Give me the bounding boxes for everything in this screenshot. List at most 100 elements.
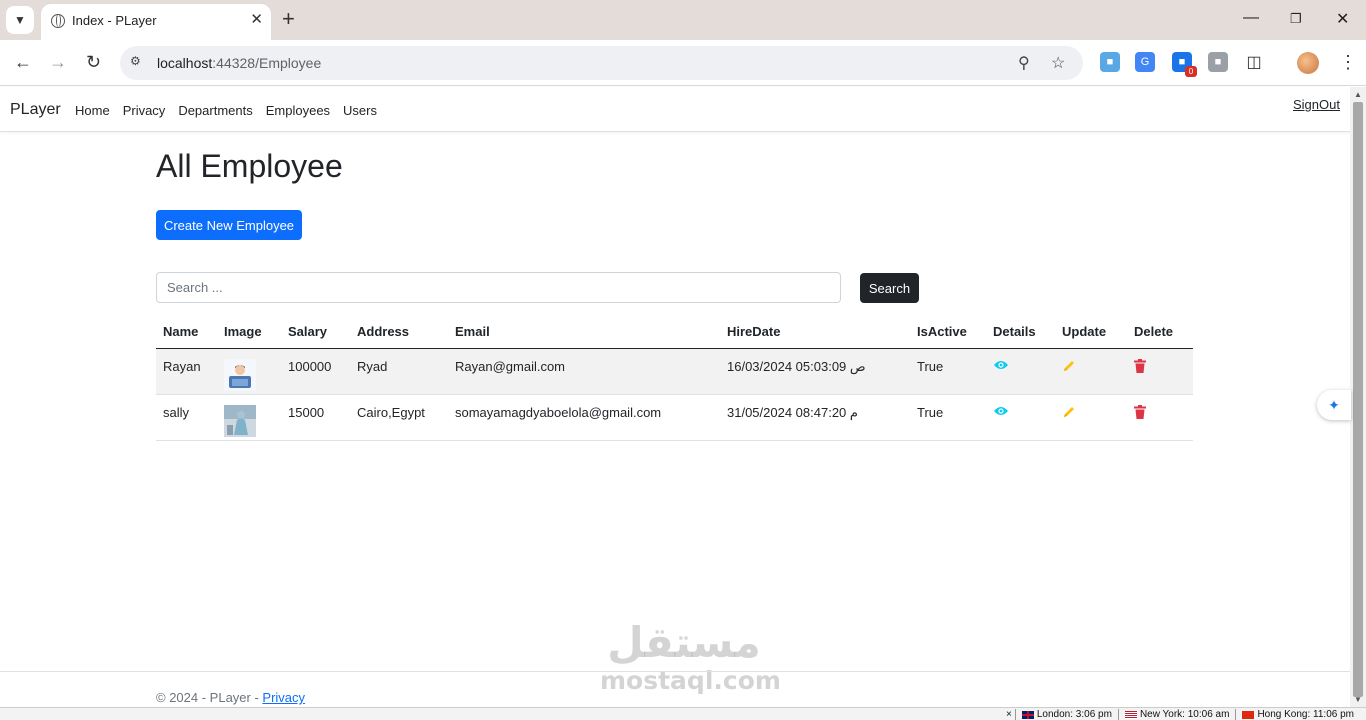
translate-icon[interactable]: G bbox=[1135, 52, 1155, 72]
us-flag-icon bbox=[1124, 710, 1137, 719]
create-employee-button[interactable]: Create New Employee bbox=[156, 210, 302, 240]
browser-tab-strip: ▼ Index - PLayer ✕ + — ❐ ✕ bbox=[0, 0, 1366, 40]
employee-email: somayamagdyaboelola@gmail.com bbox=[448, 394, 720, 441]
update-cell bbox=[1055, 348, 1127, 395]
clock-london: London: 3:06 pm bbox=[1014, 709, 1118, 720]
scroll-down-arrow-icon[interactable]: ▼ bbox=[1354, 695, 1362, 704]
url-text[interactable]: localhost:44328/Employee bbox=[157, 55, 321, 71]
column-header: Details bbox=[986, 316, 1055, 349]
page-footer: © 2024 - PLayer - Privacy bbox=[0, 671, 1350, 707]
extension-badge: 0 bbox=[1185, 66, 1197, 77]
footer-privacy-link[interactable]: Privacy bbox=[262, 690, 305, 705]
window-close-button[interactable]: ✕ bbox=[1336, 9, 1349, 29]
employee-photo bbox=[224, 358, 256, 391]
employee-image bbox=[217, 394, 281, 441]
column-header: Salary bbox=[281, 316, 350, 349]
signout-link[interactable]: SignOut bbox=[1293, 97, 1340, 112]
employee-salary: 100000 bbox=[281, 348, 350, 395]
page-title: All Employee bbox=[156, 148, 343, 184]
column-header: Email bbox=[448, 316, 720, 349]
page-scrollbar[interactable]: ▲ ▼ bbox=[1350, 87, 1366, 707]
employee-hire-date: 16/03/2024 05:03:09 ص bbox=[720, 348, 910, 395]
details-cell bbox=[986, 348, 1055, 395]
pencil-icon[interactable] bbox=[1062, 405, 1076, 419]
update-cell bbox=[1055, 394, 1127, 441]
column-header: Name bbox=[156, 316, 217, 349]
bookmark-star-icon[interactable]: ☆ bbox=[1051, 53, 1065, 73]
more-menu-icon[interactable]: ⋮ bbox=[1339, 52, 1357, 72]
extension-icon-1[interactable]: ■ bbox=[1100, 52, 1120, 72]
column-header: HireDate bbox=[720, 316, 910, 349]
eye-icon[interactable] bbox=[993, 359, 1009, 371]
site-info-icon[interactable]: ⚙ bbox=[130, 54, 148, 72]
nav-link-users[interactable]: Users bbox=[343, 103, 377, 118]
footer-text: © 2024 - PLayer - Privacy bbox=[156, 690, 306, 705]
employee-salary: 15000 bbox=[281, 394, 350, 441]
clock-new-york: New York: 10:06 am bbox=[1117, 709, 1236, 720]
table-header-row: Name Image Salary Address Email HireDate… bbox=[156, 316, 1193, 349]
employee-image bbox=[217, 348, 281, 395]
sparkle-icon: ✦ bbox=[1328, 396, 1340, 413]
employee-table: Name Image Salary Address Email HireDate… bbox=[156, 316, 1193, 441]
back-button[interactable]: ← bbox=[14, 52, 32, 72]
nav-link-employees[interactable]: Employees bbox=[266, 103, 330, 118]
tab-title: Index - PLayer bbox=[72, 13, 157, 28]
uk-flag-icon bbox=[1021, 710, 1034, 719]
clock-status-bar: × London: 3:06 pm New York: 10:06 am Hon… bbox=[0, 707, 1366, 720]
site-navbar: PLayer Home Privacy Departments Employee… bbox=[0, 87, 1350, 132]
nav-links: Home Privacy Departments Employees Users bbox=[75, 103, 377, 118]
employee-name: sally bbox=[156, 394, 217, 441]
minimize-button[interactable]: — bbox=[1243, 9, 1259, 27]
employee-is-active: True bbox=[910, 394, 986, 441]
restore-button[interactable]: ❐ bbox=[1290, 11, 1302, 27]
table-row: Rayan 100000 Ryad Rayan@gmail.com 16/03/… bbox=[156, 348, 1193, 395]
address-bar[interactable]: ⚙ localhost:44328/Employee ⚲ ☆ bbox=[120, 46, 1083, 80]
new-tab-button[interactable]: + bbox=[282, 7, 295, 31]
extensions-puzzle-icon[interactable]: ◫ bbox=[1244, 52, 1264, 72]
delete-cell bbox=[1127, 394, 1193, 441]
brand-link[interactable]: PLayer bbox=[10, 101, 61, 119]
search-button[interactable]: Search bbox=[860, 273, 919, 303]
column-header: Delete bbox=[1127, 316, 1193, 349]
scrollbar-thumb[interactable] bbox=[1353, 102, 1363, 697]
employee-address: Ryad bbox=[350, 348, 448, 395]
address-toolbar: ← → ↻ ⚙ localhost:44328/Employee ⚲ ☆ ■ G… bbox=[0, 40, 1366, 86]
profile-avatar[interactable] bbox=[1297, 52, 1319, 74]
tab-search-button[interactable]: ▼ bbox=[6, 6, 34, 34]
search-input[interactable] bbox=[156, 272, 841, 303]
column-header: Address bbox=[350, 316, 448, 349]
employee-hire-date: 31/05/2024 08:47:20 م bbox=[720, 394, 910, 441]
eye-icon[interactable] bbox=[993, 405, 1009, 417]
column-header: IsActive bbox=[910, 316, 986, 349]
globe-icon bbox=[51, 14, 65, 28]
details-cell bbox=[986, 394, 1055, 441]
employee-name: Rayan bbox=[156, 348, 217, 395]
table-row: sally 15000 Cairo,Egypt somayamagdyaboel… bbox=[156, 394, 1193, 441]
employee-is-active: True bbox=[910, 348, 986, 395]
nav-link-departments[interactable]: Departments bbox=[178, 103, 252, 118]
scroll-up-arrow-icon[interactable]: ▲ bbox=[1354, 90, 1362, 99]
browser-tab[interactable]: Index - PLayer ✕ bbox=[41, 4, 271, 40]
nav-link-privacy[interactable]: Privacy bbox=[123, 103, 166, 118]
extension-icon-3[interactable]: ■ 0 bbox=[1172, 52, 1197, 77]
zoom-icon[interactable]: ⚲ bbox=[1018, 53, 1030, 73]
column-header: Image bbox=[217, 316, 281, 349]
close-icon[interactable]: × bbox=[1003, 709, 1015, 720]
trash-icon[interactable] bbox=[1134, 358, 1146, 373]
floating-assistant-button[interactable]: ✦ bbox=[1317, 390, 1351, 420]
reload-button[interactable]: ↻ bbox=[86, 52, 101, 72]
employee-address: Cairo,Egypt bbox=[350, 394, 448, 441]
pencil-icon[interactable] bbox=[1062, 359, 1076, 373]
forward-button[interactable]: → bbox=[49, 52, 67, 72]
watermark-arabic: مستقل bbox=[607, 618, 761, 667]
clock-hong-kong: Hong Kong: 11:06 pm bbox=[1235, 709, 1360, 720]
extension-icon-4[interactable]: ■ bbox=[1208, 52, 1228, 72]
hk-flag-icon bbox=[1242, 710, 1255, 719]
column-header: Update bbox=[1055, 316, 1127, 349]
close-icon[interactable]: ✕ bbox=[250, 10, 263, 28]
employee-email: Rayan@gmail.com bbox=[448, 348, 720, 395]
chevron-down-icon: ▼ bbox=[14, 13, 26, 27]
trash-icon[interactable] bbox=[1134, 404, 1146, 419]
nav-link-home[interactable]: Home bbox=[75, 103, 110, 118]
employee-photo bbox=[224, 404, 256, 437]
